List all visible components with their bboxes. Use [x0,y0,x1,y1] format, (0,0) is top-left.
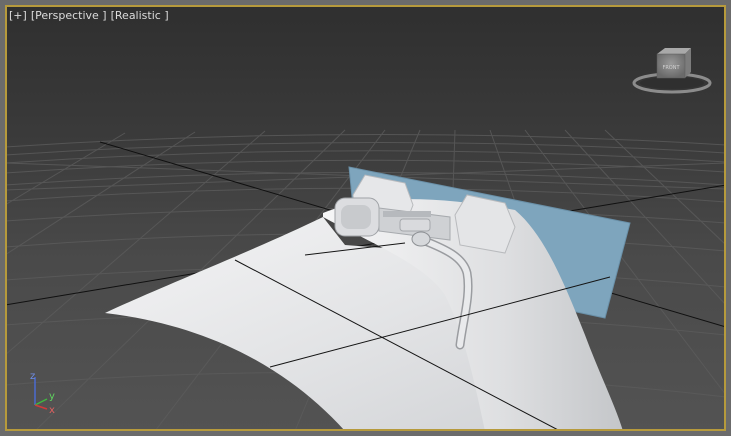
axis-tripod: z y x [30,371,55,416]
viewport-plus-menu[interactable]: [+] [9,9,27,22]
perspective-viewport[interactable]: [+] [Perspective ] [Realistic ] FRONT z … [0,0,731,436]
axis-y-label: y [49,391,55,402]
viewport-view-label[interactable]: [Perspective ] [31,9,107,22]
viewport-shading-label[interactable]: [Realistic ] [111,9,169,22]
scene-canvas[interactable]: FRONT z y x [5,5,726,431]
axis-z-label: z [30,371,35,382]
viewport-label-menu[interactable]: [+] [Perspective ] [Realistic ] [9,9,169,22]
axis-x-label: x [49,405,55,416]
viewcube[interactable]: FRONT [632,48,712,94]
viewcube-face-label: FRONT [662,65,680,71]
